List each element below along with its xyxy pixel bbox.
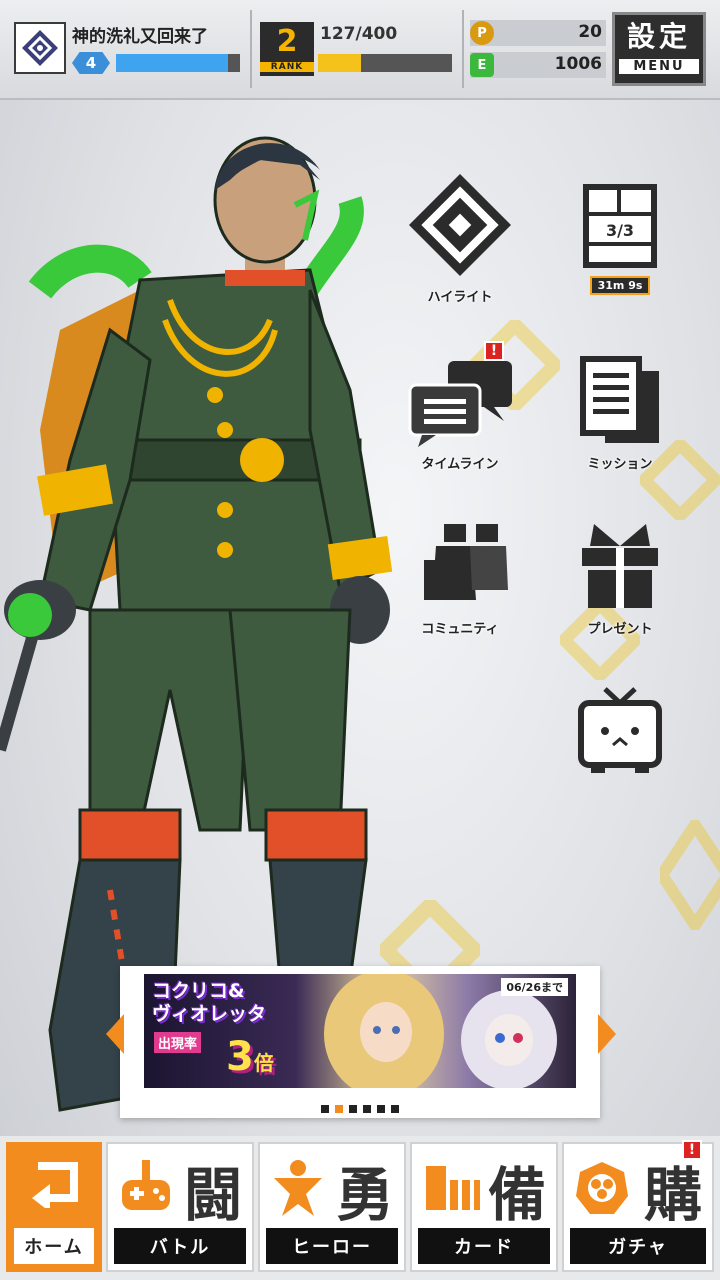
top-status-bar: 神的洗礼又回来了 4 2 RANK 127/400 P 20 E 1006 設定…	[0, 0, 720, 100]
gamepad-icon	[122, 1160, 170, 1210]
highlight-button[interactable]: ハイライト	[400, 170, 520, 305]
banner-prev-arrow-icon[interactable]	[106, 1014, 124, 1054]
gacha-event-banner[interactable]: コクリコ& ヴィオレッタ 出現率 3倍 06/26まで	[144, 974, 576, 1088]
energy-value: 1006	[554, 54, 602, 74]
rank-progress-bar	[318, 54, 452, 72]
nav-hero-button[interactable]: 勇 ヒーロー	[258, 1142, 406, 1272]
timeline-notification-badge: !	[484, 341, 504, 361]
mission-button[interactable]: ミッション	[560, 355, 680, 472]
nav-gacha-label: ガチャ	[570, 1228, 706, 1264]
timeline-button[interactable]: ! タイムライン	[400, 341, 520, 472]
banner-page-indicator	[120, 1098, 600, 1117]
event-banner-carousel: コクリコ& ヴィオレッタ 出現率 3倍 06/26まで	[106, 966, 616, 1118]
energy-can-icon: E	[470, 53, 494, 77]
nav-hero-kanji: 勇	[335, 1161, 394, 1229]
banner-page-dot[interactable]	[377, 1105, 385, 1113]
player-name: 神的洗礼又回来了	[72, 27, 208, 47]
rank-exp-text: 127/400	[320, 24, 398, 44]
banner-page-dot[interactable]	[335, 1105, 343, 1113]
level-progress-fill	[116, 54, 228, 72]
banner-next-arrow-icon[interactable]	[598, 1014, 616, 1054]
comic-pages-icon: 3/3	[583, 184, 657, 268]
nav-gacha-kanji: 購	[643, 1161, 702, 1229]
player-avatar[interactable]	[14, 22, 66, 74]
diamond-logo-icon	[22, 30, 58, 66]
banner-page-dot[interactable]	[391, 1105, 399, 1113]
present-button[interactable]: プレゼント	[560, 520, 680, 637]
mission-label: ミッション	[587, 457, 653, 472]
people-group-icon	[424, 524, 508, 600]
menu-label: MENU	[619, 59, 699, 74]
divider	[462, 10, 464, 88]
return-arrow-icon	[32, 1162, 78, 1208]
banner-character-art	[324, 974, 444, 1088]
community-label: コミュニティ	[421, 622, 499, 637]
chapter-timer: 31m 9s	[589, 276, 651, 295]
settings-menu-button[interactable]: 設定 MENU	[612, 12, 706, 86]
chapter-button[interactable]: 3/3 31m 9s	[560, 180, 680, 295]
background-logo-icon	[660, 820, 720, 930]
settings-kanji: 設定	[626, 20, 691, 53]
banner-end-date: 06/26まで	[501, 978, 568, 996]
nav-card-label: カード	[418, 1228, 550, 1264]
gift-box-icon	[582, 524, 658, 608]
banner-title-line2: ヴィオレッタ	[152, 1003, 267, 1025]
banner-page-dot[interactable]	[321, 1105, 329, 1113]
banner-multiplier-unit: 倍	[253, 1051, 274, 1075]
nav-battle-label: バトル	[114, 1228, 246, 1264]
nav-gacha-button[interactable]: 購 ガチャ !	[562, 1140, 714, 1272]
rank-label: RANK	[260, 62, 314, 72]
divider	[250, 10, 252, 88]
nav-home-label: ホーム	[14, 1228, 94, 1264]
document-stack-icon	[580, 356, 659, 443]
nav-home-button[interactable]: ホーム	[6, 1142, 102, 1272]
highlight-label: ハイライト	[427, 290, 493, 305]
level-progress-bar	[116, 54, 240, 72]
banner-title: コクリコ& ヴィオレッタ	[152, 980, 266, 1026]
present-label: プレゼント	[587, 622, 653, 637]
chat-bubbles-icon	[408, 361, 512, 447]
hero-icon	[274, 1160, 322, 1216]
banner-title-line1: コクリコ&	[152, 980, 245, 1002]
highlight-diamond-icon	[409, 174, 511, 276]
energy-counter[interactable]: E 1006	[470, 52, 606, 78]
banner-character-art	[461, 990, 557, 1088]
timeline-label: タイムライン	[421, 457, 499, 472]
banner-multiplier-value: 3	[226, 1034, 254, 1080]
cards-icon	[426, 1166, 480, 1210]
rank-progress-fill	[318, 54, 361, 72]
gacha-icon	[576, 1162, 628, 1214]
banner-subtitle: 出現率	[154, 1032, 202, 1053]
coin-counter[interactable]: P 20	[470, 20, 606, 46]
gacha-notification-badge: !	[682, 1140, 702, 1160]
nav-battle-button[interactable]: 闘 バトル	[106, 1142, 254, 1272]
coin-value: 20	[578, 22, 602, 42]
nav-battle-kanji: 闘	[183, 1161, 242, 1229]
niconico-tv-button[interactable]	[560, 685, 680, 775]
nav-card-button[interactable]: 備 カード	[410, 1142, 558, 1272]
bottom-navigation: ホーム 闘 バトル 勇 ヒーロー 備 カード 購 ガチャ !	[0, 1136, 720, 1280]
tv-face-icon	[578, 687, 662, 773]
coin-icon: P	[470, 21, 494, 45]
chapter-count: 3/3	[606, 221, 634, 240]
rank-number: 2	[276, 24, 298, 59]
banner-multiplier: 3倍	[226, 1034, 274, 1080]
rank-badge: 2 RANK	[260, 22, 314, 76]
nav-hero-label: ヒーロー	[266, 1228, 398, 1264]
banner-page-dot[interactable]	[363, 1105, 371, 1113]
community-button[interactable]: コミュニティ	[400, 520, 520, 637]
level-badge: 4	[72, 52, 110, 74]
banner-page-dot[interactable]	[349, 1105, 357, 1113]
nav-card-kanji: 備	[487, 1161, 546, 1229]
